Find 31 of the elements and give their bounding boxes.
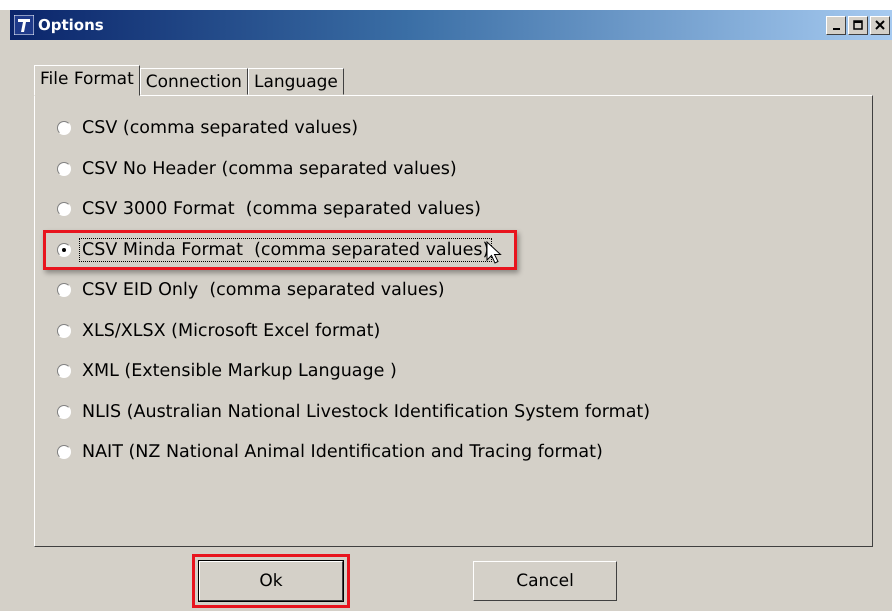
ok-button[interactable]: Ok: [199, 561, 343, 601]
option-label[interactable]: CSV No Header (comma separated values): [79, 156, 460, 181]
tab[interactable]: File Format: [34, 65, 140, 96]
radio-button[interactable]: [57, 162, 71, 176]
radio-button[interactable]: [57, 324, 71, 338]
option-label[interactable]: NLIS (Australian National Livestock Identification System format): [79, 400, 654, 424]
radio-button[interactable]: [57, 283, 71, 298]
tab[interactable]: Connection: [140, 68, 248, 95]
minimize-button[interactable]: [826, 16, 846, 34]
window-title: Options: [38, 16, 104, 34]
mouse-pointer-icon: [486, 240, 502, 264]
minimize-icon: [832, 28, 840, 30]
radio-button[interactable]: [57, 364, 71, 378]
option-label[interactable]: NAIT (NZ National Animal Identification and Tracing format): [79, 440, 606, 464]
cancel-button[interactable]: Cancel: [473, 561, 617, 601]
tab[interactable]: Language: [248, 68, 344, 95]
radio-button[interactable]: [57, 404, 71, 419]
option-label[interactable]: CSV (comma separated values): [79, 116, 362, 140]
option-label[interactable]: XML (Extensible Markup Language ): [79, 359, 400, 384]
option-label[interactable]: CSV 3000 Format (comma separated values): [79, 197, 484, 222]
option-label[interactable]: XLS/XLSX (Microsoft Excel format): [79, 318, 384, 343]
radio-button[interactable]: [57, 121, 71, 136]
maximize-button[interactable]: [848, 16, 868, 34]
app-logo-icon: [14, 15, 34, 35]
radio-button[interactable]: [57, 202, 71, 216]
maximize-icon: [853, 20, 863, 30]
close-icon: [875, 20, 885, 30]
radio-button[interactable]: [57, 242, 71, 257]
option-label[interactable]: CSV EID Only (comma separated values): [79, 278, 448, 302]
close-button[interactable]: [870, 16, 890, 34]
radio-button[interactable]: [57, 445, 71, 460]
